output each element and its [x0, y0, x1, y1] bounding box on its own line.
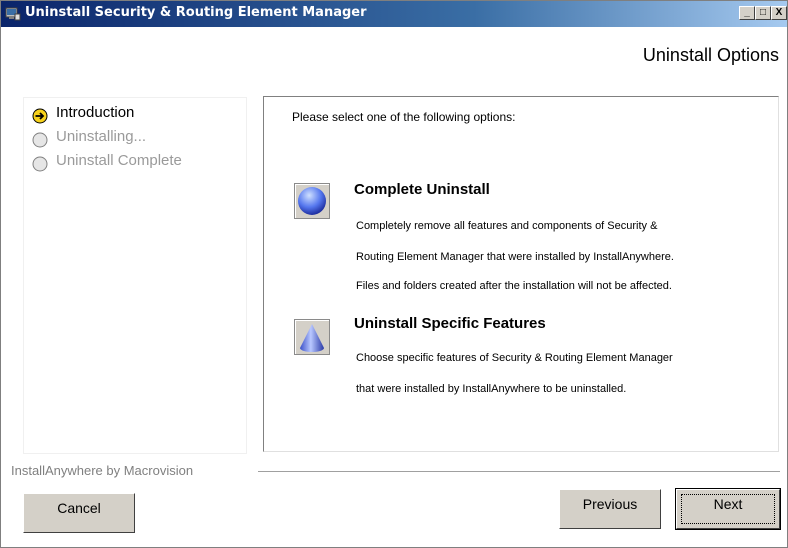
uninstall-specific-features-button[interactable] [294, 319, 330, 355]
focus-ring [681, 494, 775, 524]
instruction-text: Please select one of the following optio… [292, 110, 516, 124]
next-button[interactable]: Next [675, 488, 781, 530]
installer-brand: InstallAnywhere by Macrovision [11, 463, 194, 478]
option-description-line: Files and folders created after the inst… [356, 280, 672, 292]
option-title: Complete Uninstall [354, 181, 490, 198]
step-label: Uninstall Complete [56, 152, 182, 169]
app-icon [5, 7, 21, 21]
option-description-line: Choose specific features of Security & R… [356, 352, 673, 364]
title-bar[interactable]: Uninstall Security & Routing Element Man… [1, 1, 787, 27]
close-button[interactable]: X [771, 6, 787, 20]
cancel-button[interactable]: Cancel [23, 493, 135, 533]
step-label: Introduction [56, 104, 135, 121]
option-title: Uninstall Specific Features [354, 315, 546, 332]
options-panel: Please select one of the following optio… [263, 96, 779, 452]
circle-icon [32, 132, 48, 148]
minimize-button[interactable]: _ [739, 6, 755, 20]
option-description-line: Routing Element Manager that were instal… [356, 251, 674, 263]
maximize-button[interactable]: □ [755, 6, 771, 20]
complete-uninstall-button[interactable] [294, 183, 330, 219]
uninstall-window: Uninstall Security & Routing Element Man… [0, 0, 788, 548]
page-title: Uninstall Options [642, 45, 779, 65]
step-label: Uninstalling... [56, 128, 147, 145]
circle-icon [32, 156, 48, 172]
sphere-icon [298, 187, 326, 215]
cone-icon [300, 324, 324, 352]
steps-panel: Introduction Uninstalling... Uninstall C… [23, 97, 247, 454]
option-description-line: Completely remove all features and compo… [356, 220, 658, 232]
arrow-right-icon [32, 108, 48, 124]
option-description-line: that were installed by InstallAnywhere t… [356, 383, 627, 395]
footer-divider [258, 471, 780, 473]
window-title: Uninstall Security & Routing Element Man… [25, 5, 367, 20]
previous-button[interactable]: Previous [559, 489, 661, 529]
